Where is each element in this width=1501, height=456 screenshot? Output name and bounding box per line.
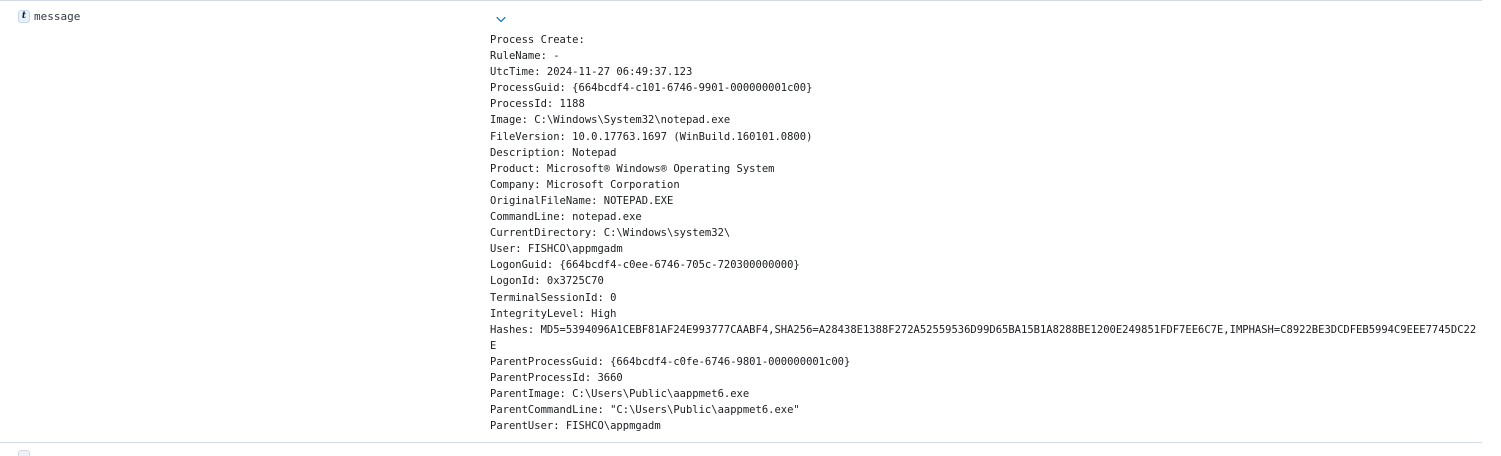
field-name-cell: t message — [18, 10, 80, 23]
value-line: ParentUser: FISHCO\appmgadm — [490, 420, 661, 433]
value-line: ParentProcessGuid: {664bcdf4-c0fe-6746-9… — [490, 355, 851, 368]
value-line: RuleName: - — [490, 50, 560, 63]
value-line: Hashes: MD5=5394096A1CEBF81AF24E993777CA… — [490, 323, 1477, 352]
value-line: Product: Microsoft® Windows® Operating S… — [490, 162, 775, 175]
row-bottom-divider — [0, 442, 1482, 443]
value-line: IntegrityLevel: High — [490, 307, 617, 320]
value-line: User: FISHCO\appmgadm — [490, 243, 623, 256]
value-line: ParentProcessId: 3660 — [490, 371, 623, 384]
value-line: ProcessId: 1188 — [490, 98, 585, 111]
string-type-icon: t — [18, 10, 30, 23]
value-line: Company: Microsoft Corporation — [490, 178, 680, 191]
value-line: CommandLine: notepad.exe — [490, 211, 642, 224]
value-line: ParentCommandLine: "C:\Users\Public\aapp… — [490, 404, 800, 417]
value-line: LogonGuid: {664bcdf4-c0ee-6746-705c-7203… — [490, 259, 800, 272]
value-line: ParentImage: C:\Users\Public\aappmet6.ex… — [490, 388, 750, 401]
value-line: ProcessGuid: {664bcdf4-c101-6746-9901-00… — [490, 82, 813, 95]
value-line: Image: C:\Windows\System32\notepad.exe — [490, 114, 731, 127]
document-field-row: t message Process Create: RuleName: - UtcT… — [0, 1, 1482, 442]
value-line: Process Create: — [490, 34, 585, 46]
field-name-label: message — [34, 10, 81, 23]
value-line: UtcTime: 2024-11-27 06:49:37.123 — [490, 66, 693, 79]
value-line: FileVersion: 10.0.17763.1697 (WinBuild.1… — [490, 130, 813, 143]
value-line: TerminalSessionId: 0 — [490, 291, 617, 304]
collapse-value-button[interactable] — [495, 13, 507, 25]
value-line: CurrentDirectory: C:\Windows\system32\ — [490, 227, 731, 240]
next-row-type-icon — [18, 450, 30, 456]
chevron-down-icon — [496, 16, 506, 22]
field-value: Process Create: RuleName: - UtcTime: 2024-… — [490, 32, 1480, 434]
value-line: LogonId: 0x3725C70 — [490, 275, 604, 288]
value-line: OriginalFileName: NOTEPAD.EXE — [490, 194, 674, 207]
value-line: Description: Notepad — [490, 146, 617, 159]
